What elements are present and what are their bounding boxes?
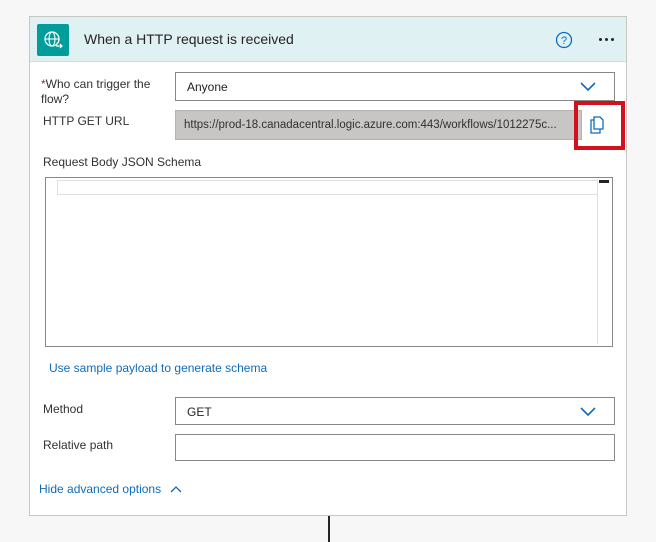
- card-header[interactable]: When a HTTP request is received ?: [30, 17, 626, 62]
- help-icon[interactable]: ?: [555, 31, 573, 49]
- schema-editor-scrollbar[interactable]: [597, 180, 610, 344]
- http-get-url-label: HTTP GET URL: [43, 114, 130, 128]
- schema-editor-line: [57, 180, 598, 195]
- sample-payload-link[interactable]: Use sample payload to generate schema: [49, 361, 267, 375]
- chevron-down-icon: [580, 407, 596, 417]
- svg-text:?: ?: [561, 35, 567, 47]
- chevron-up-icon: [170, 486, 182, 493]
- relative-path-input[interactable]: [175, 434, 615, 461]
- method-value: GET: [187, 405, 212, 419]
- request-body-schema-label: Request Body JSON Schema: [43, 155, 202, 169]
- chevron-down-icon: [580, 82, 596, 92]
- http-get-url-field[interactable]: https://prod-18.canadacentral.logic.azur…: [175, 110, 582, 140]
- card-title: When a HTTP request is received: [84, 31, 294, 47]
- more-options-icon[interactable]: [593, 29, 619, 49]
- method-label: Method: [43, 402, 84, 416]
- http-globe-icon: [37, 24, 69, 56]
- highlight-box: [574, 101, 625, 150]
- http-get-url-value: https://prod-18.canadacentral.logic.azur…: [184, 119, 557, 131]
- hide-advanced-options-label: Hide advanced options: [39, 482, 162, 496]
- who-can-trigger-value: Anyone: [187, 80, 228, 94]
- hide-advanced-options-link[interactable]: Hide advanced options: [39, 482, 182, 496]
- trigger-card: When a HTTP request is received ? *Who c…: [29, 16, 627, 516]
- scrollbar-thumb[interactable]: [599, 180, 609, 183]
- flow-connector-line: [328, 516, 330, 542]
- who-can-trigger-label: *Who can trigger the flow?: [41, 77, 166, 107]
- who-can-trigger-label-text: Who can trigger the flow?: [41, 77, 151, 106]
- request-body-schema-editor[interactable]: [45, 177, 613, 347]
- who-can-trigger-dropdown[interactable]: Anyone: [175, 72, 615, 101]
- relative-path-label: Relative path: [43, 438, 114, 452]
- method-dropdown[interactable]: GET: [175, 397, 615, 425]
